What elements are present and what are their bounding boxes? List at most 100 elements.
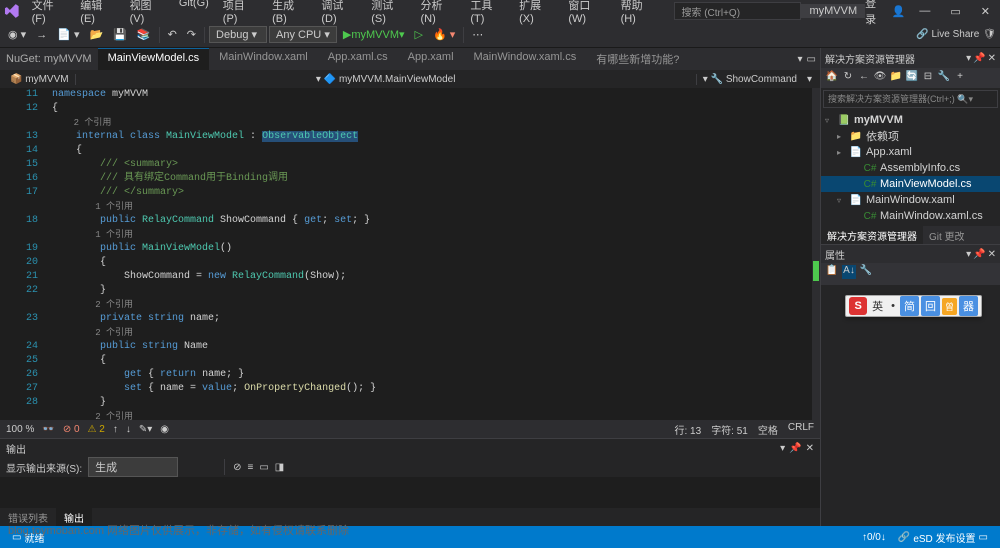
status-repo[interactable]: ↑0/0↓ bbox=[856, 530, 892, 545]
props-pin-icon[interactable]: 📌 bbox=[973, 249, 985, 260]
line-indicator[interactable]: 行: 13 bbox=[675, 422, 702, 437]
ime-mode-button[interactable]: 简 bbox=[900, 296, 919, 316]
output-pin-icon[interactable]: 📌 bbox=[789, 443, 801, 454]
menu-item[interactable]: 视图(V) bbox=[124, 0, 171, 27]
se-dropdown-icon[interactable]: ▾ bbox=[966, 53, 971, 64]
prev-issue-button[interactable]: ↑ bbox=[113, 424, 118, 435]
se-pin-icon[interactable]: 📌 bbox=[973, 53, 985, 64]
build-button[interactable]: ◉ bbox=[160, 424, 169, 435]
next-issue-button[interactable]: ↓ bbox=[126, 424, 131, 435]
menu-item[interactable]: 测试(S) bbox=[365, 0, 412, 27]
ime-toolbar[interactable]: S 英 • 简 回 曾 器 bbox=[845, 295, 982, 317]
menu-item[interactable]: 文件(F) bbox=[26, 0, 73, 27]
nav-opts-button[interactable]: ✎▾ bbox=[139, 424, 152, 435]
se-home-icon[interactable]: 🏠 bbox=[825, 71, 839, 85]
se-back-icon[interactable]: ← bbox=[857, 71, 871, 85]
nav-back-button[interactable]: ◉ ▾ bbox=[4, 25, 30, 44]
bc-member[interactable]: ▾ 🔧 ShowCommand bbox=[697, 74, 803, 85]
output-body[interactable] bbox=[0, 477, 820, 508]
output-source-dropdown[interactable]: 生成 bbox=[88, 457, 178, 477]
document-tab[interactable]: MainWindow.xaml bbox=[209, 48, 318, 70]
error-count[interactable]: ⊘ 0 bbox=[63, 424, 80, 435]
document-tab[interactable]: App.xaml.cs bbox=[318, 48, 398, 70]
menu-item[interactable]: 调试(D) bbox=[315, 0, 363, 27]
hot-reload-button[interactable]: 🔥 ▾ bbox=[429, 25, 459, 44]
menu-item[interactable]: 扩展(X) bbox=[513, 0, 560, 27]
new-file-button[interactable]: 📄 ▾ bbox=[53, 25, 83, 44]
close-button[interactable]: ✕ bbox=[975, 3, 996, 20]
properties-body[interactable] bbox=[821, 285, 1000, 526]
warning-count[interactable]: ⚠ 2 bbox=[88, 424, 105, 435]
ime-punct-button[interactable]: • bbox=[888, 298, 898, 314]
menu-item[interactable]: 分析(N) bbox=[415, 0, 463, 27]
tree-item[interactable]: C#AssemblyInfo.cs bbox=[821, 160, 1000, 176]
se-collapse-icon[interactable]: ⊟ bbox=[921, 71, 935, 85]
tree-item[interactable]: ▸📁依赖项 bbox=[821, 128, 1000, 144]
se-showall-icon[interactable]: 📁 bbox=[889, 71, 903, 85]
login-link[interactable]: 登录 bbox=[865, 0, 884, 27]
se-refresh-icon[interactable]: 🔄 bbox=[905, 71, 919, 85]
document-tab[interactable]: App.xaml bbox=[398, 48, 464, 70]
char-indicator[interactable]: 字符: 51 bbox=[711, 422, 748, 437]
editor-wrapper[interactable]: 1112131415161718192021222324252627282930… bbox=[0, 88, 820, 420]
props-az-icon[interactable]: A↓ bbox=[842, 265, 856, 279]
output-toggle-button[interactable]: ▭ bbox=[259, 462, 268, 473]
search-input[interactable]: 搜索 (Ctrl+Q) bbox=[674, 2, 801, 20]
se-props-icon[interactable]: 🔧 bbox=[937, 71, 951, 85]
menu-item[interactable]: 生成(B) bbox=[266, 0, 313, 27]
props-close-icon[interactable]: ✕ bbox=[988, 249, 996, 260]
no-issues-icon[interactable]: 👓 bbox=[42, 424, 54, 435]
output-close-icon[interactable]: ✕ bbox=[806, 443, 814, 454]
menu-item[interactable]: 项目(P) bbox=[217, 0, 264, 27]
output-copy-button[interactable]: ◨ bbox=[275, 462, 284, 473]
props-wrench-icon[interactable]: 🔧 bbox=[859, 265, 873, 279]
se-sync-icon[interactable]: ↻ bbox=[841, 71, 855, 85]
tab-preview-icon[interactable]: ▭ bbox=[807, 54, 816, 65]
nav-fwd-button[interactable]: → bbox=[32, 26, 51, 44]
menu-item[interactable]: 窗口(W) bbox=[562, 0, 612, 27]
save-button[interactable]: 💾 bbox=[109, 25, 131, 44]
props-cat-icon[interactable]: 📋 bbox=[825, 265, 839, 279]
bc-project[interactable]: 📦 myMVVM bbox=[4, 74, 75, 85]
se-tab[interactable]: 解决方案资源管理器 bbox=[821, 226, 923, 244]
admin-icon[interactable]: 🛡 bbox=[983, 29, 996, 40]
se-close-icon[interactable]: ✕ bbox=[988, 53, 996, 64]
scroll-indicator[interactable] bbox=[812, 88, 820, 420]
lineend-indicator[interactable]: CRLF bbox=[788, 422, 814, 437]
tree-item[interactable]: ▿📄MainWindow.xaml bbox=[821, 192, 1000, 208]
menu-item[interactable]: Git(G) bbox=[173, 0, 215, 27]
undo-button[interactable]: ↶ bbox=[164, 25, 181, 44]
maximize-button[interactable]: ▭ bbox=[944, 3, 966, 20]
ime-skin-button[interactable]: 曾 bbox=[942, 298, 957, 315]
menu-item[interactable]: 帮助(H) bbox=[615, 0, 663, 27]
zoom-level[interactable]: 100 % bbox=[6, 424, 34, 435]
ime-softkbd-button[interactable]: 回 bbox=[921, 296, 940, 316]
tree-item[interactable]: C#MainViewModel.cs bbox=[821, 176, 1000, 192]
redo-button[interactable]: ↷ bbox=[183, 25, 200, 44]
menu-item[interactable]: 编辑(E) bbox=[74, 0, 121, 27]
tree-item[interactable]: C#MainWindow.xaml.cs bbox=[821, 208, 1000, 224]
ime-logo-icon[interactable]: S bbox=[849, 297, 867, 315]
config-dropdown[interactable]: Debug ▾ bbox=[209, 26, 267, 43]
tb-misc-button[interactable]: ⋯ bbox=[468, 25, 487, 44]
document-tab[interactable]: MainViewModel.cs bbox=[98, 48, 210, 70]
props-dropdown-icon[interactable]: ▾ bbox=[966, 249, 971, 260]
tree-item[interactable]: ▸📄App.xaml bbox=[821, 144, 1000, 160]
start-button[interactable]: ▶ myMVVM ▾ bbox=[339, 25, 409, 44]
output-wrap-button[interactable]: ≡ bbox=[248, 462, 254, 473]
ime-lang-button[interactable]: 英 bbox=[869, 296, 886, 316]
menu-item[interactable]: 工具(T) bbox=[464, 0, 511, 27]
se-search-input[interactable]: 搜索解决方案资源管理器(Ctrl+;) 🔍▾ bbox=[823, 90, 998, 108]
se-view-icon[interactable]: 👁 bbox=[873, 71, 887, 85]
save-all-button[interactable]: 📚 bbox=[133, 25, 155, 44]
output-clear-button[interactable]: ⊘ bbox=[233, 462, 241, 473]
status-branch[interactable]: 🔗 eSD 发布设置 ▭ bbox=[892, 530, 994, 545]
document-tab[interactable]: 有哪些新增功能? bbox=[586, 48, 689, 70]
open-button[interactable]: 📂 bbox=[85, 25, 107, 44]
user-icon[interactable]: 👤 bbox=[892, 5, 906, 18]
tree-item[interactable]: ▿📗myMVVM bbox=[821, 112, 1000, 128]
minimize-button[interactable]: — bbox=[913, 3, 936, 19]
tab-nuget[interactable]: NuGet: myMVVM bbox=[0, 50, 98, 68]
bc-class[interactable]: ▾ 🔷 myMVVM.MainViewModel bbox=[75, 74, 697, 85]
liveshare-button[interactable]: 🔗 Live Share bbox=[916, 29, 979, 40]
